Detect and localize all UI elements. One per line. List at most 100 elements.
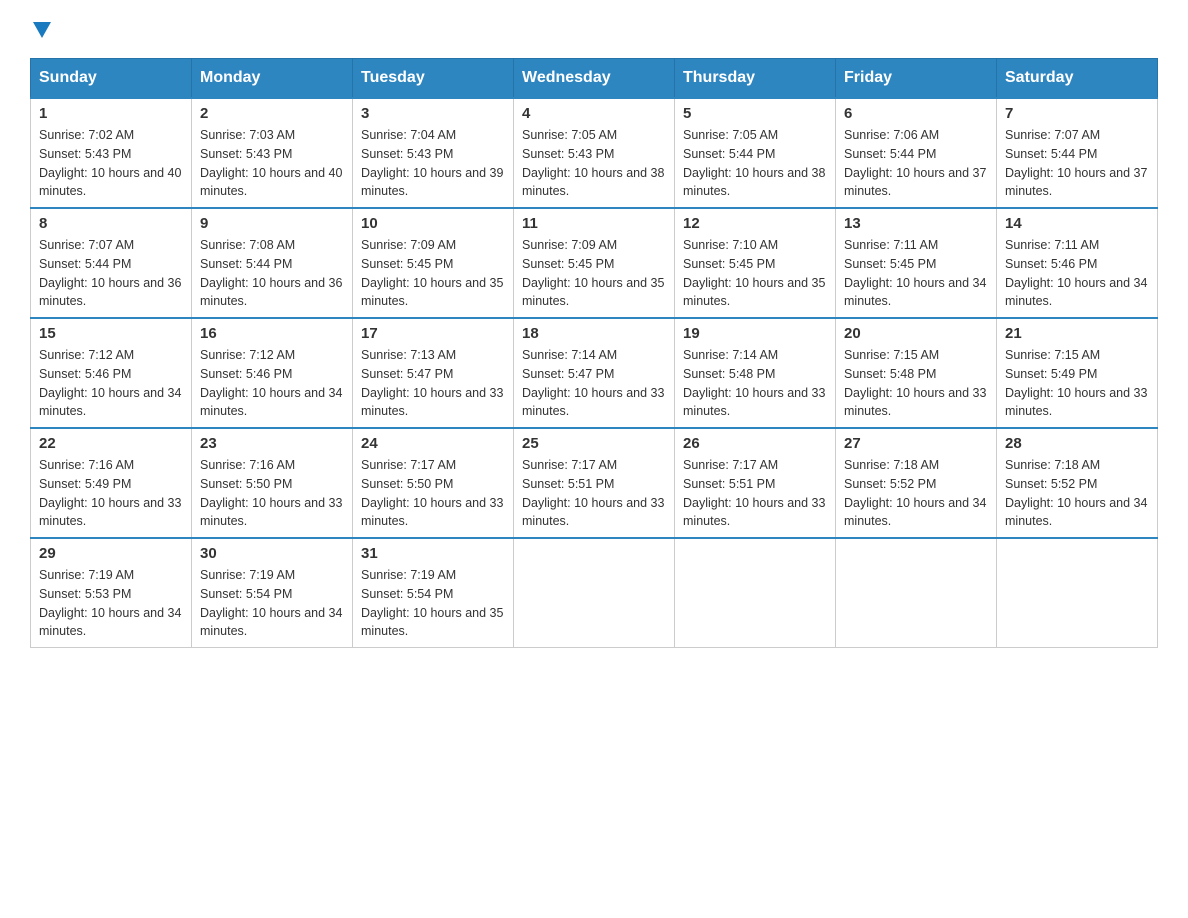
- day-number: 19: [683, 325, 827, 342]
- day-info: Sunrise: 7:11 AMSunset: 5:46 PMDaylight:…: [1005, 238, 1147, 308]
- calendar-day-header: Thursday: [675, 59, 836, 99]
- day-info: Sunrise: 7:14 AMSunset: 5:48 PMDaylight:…: [683, 348, 825, 418]
- day-info: Sunrise: 7:05 AMSunset: 5:44 PMDaylight:…: [683, 128, 825, 198]
- calendar-day-cell: 27 Sunrise: 7:18 AMSunset: 5:52 PMDaylig…: [836, 428, 997, 538]
- day-info: Sunrise: 7:16 AMSunset: 5:49 PMDaylight:…: [39, 458, 181, 528]
- day-info: Sunrise: 7:16 AMSunset: 5:50 PMDaylight:…: [200, 458, 342, 528]
- calendar-day-header: Saturday: [997, 59, 1158, 99]
- day-info: Sunrise: 7:07 AMSunset: 5:44 PMDaylight:…: [39, 238, 181, 308]
- calendar-header-row: SundayMondayTuesdayWednesdayThursdayFrid…: [31, 59, 1158, 99]
- day-number: 18: [522, 325, 666, 342]
- day-number: 16: [200, 325, 344, 342]
- calendar-week-row: 8 Sunrise: 7:07 AMSunset: 5:44 PMDayligh…: [31, 208, 1158, 318]
- calendar-day-cell: 12 Sunrise: 7:10 AMSunset: 5:45 PMDaylig…: [675, 208, 836, 318]
- day-info: Sunrise: 7:17 AMSunset: 5:51 PMDaylight:…: [683, 458, 825, 528]
- calendar-week-row: 15 Sunrise: 7:12 AMSunset: 5:46 PMDaylig…: [31, 318, 1158, 428]
- calendar-day-cell: 4 Sunrise: 7:05 AMSunset: 5:43 PMDayligh…: [514, 98, 675, 208]
- day-info: Sunrise: 7:10 AMSunset: 5:45 PMDaylight:…: [683, 238, 825, 308]
- day-info: Sunrise: 7:18 AMSunset: 5:52 PMDaylight:…: [844, 458, 986, 528]
- day-number: 22: [39, 435, 183, 452]
- day-number: 5: [683, 105, 827, 122]
- calendar-day-cell: 7 Sunrise: 7:07 AMSunset: 5:44 PMDayligh…: [997, 98, 1158, 208]
- calendar-day-cell: 13 Sunrise: 7:11 AMSunset: 5:45 PMDaylig…: [836, 208, 997, 318]
- day-info: Sunrise: 7:08 AMSunset: 5:44 PMDaylight:…: [200, 238, 342, 308]
- day-number: 20: [844, 325, 988, 342]
- calendar-day-cell: 6 Sunrise: 7:06 AMSunset: 5:44 PMDayligh…: [836, 98, 997, 208]
- day-number: 28: [1005, 435, 1149, 452]
- day-info: Sunrise: 7:04 AMSunset: 5:43 PMDaylight:…: [361, 128, 503, 198]
- calendar-day-cell: 19 Sunrise: 7:14 AMSunset: 5:48 PMDaylig…: [675, 318, 836, 428]
- day-info: Sunrise: 7:09 AMSunset: 5:45 PMDaylight:…: [361, 238, 503, 308]
- day-number: 8: [39, 215, 183, 232]
- day-number: 2: [200, 105, 344, 122]
- day-number: 17: [361, 325, 505, 342]
- day-number: 24: [361, 435, 505, 452]
- calendar-week-row: 22 Sunrise: 7:16 AMSunset: 5:49 PMDaylig…: [31, 428, 1158, 538]
- day-info: Sunrise: 7:18 AMSunset: 5:52 PMDaylight:…: [1005, 458, 1147, 528]
- day-number: 29: [39, 545, 183, 562]
- calendar-day-cell: 17 Sunrise: 7:13 AMSunset: 5:47 PMDaylig…: [353, 318, 514, 428]
- calendar-day-cell: 30 Sunrise: 7:19 AMSunset: 5:54 PMDaylig…: [192, 538, 353, 648]
- day-number: 12: [683, 215, 827, 232]
- day-info: Sunrise: 7:07 AMSunset: 5:44 PMDaylight:…: [1005, 128, 1147, 198]
- calendar-week-row: 29 Sunrise: 7:19 AMSunset: 5:53 PMDaylig…: [31, 538, 1158, 648]
- calendar-day-cell: 24 Sunrise: 7:17 AMSunset: 5:50 PMDaylig…: [353, 428, 514, 538]
- page-header: [30, 20, 1158, 38]
- calendar-day-cell: 3 Sunrise: 7:04 AMSunset: 5:43 PMDayligh…: [353, 98, 514, 208]
- day-number: 30: [200, 545, 344, 562]
- day-number: 7: [1005, 105, 1149, 122]
- day-info: Sunrise: 7:15 AMSunset: 5:48 PMDaylight:…: [844, 348, 986, 418]
- day-number: 27: [844, 435, 988, 452]
- calendar-day-cell: 31 Sunrise: 7:19 AMSunset: 5:54 PMDaylig…: [353, 538, 514, 648]
- calendar-day-cell: [997, 538, 1158, 648]
- calendar-day-cell: 10 Sunrise: 7:09 AMSunset: 5:45 PMDaylig…: [353, 208, 514, 318]
- calendar-day-cell: 26 Sunrise: 7:17 AMSunset: 5:51 PMDaylig…: [675, 428, 836, 538]
- day-info: Sunrise: 7:06 AMSunset: 5:44 PMDaylight:…: [844, 128, 986, 198]
- day-info: Sunrise: 7:12 AMSunset: 5:46 PMDaylight:…: [200, 348, 342, 418]
- day-number: 11: [522, 215, 666, 232]
- calendar-day-cell: 9 Sunrise: 7:08 AMSunset: 5:44 PMDayligh…: [192, 208, 353, 318]
- calendar-day-cell: 21 Sunrise: 7:15 AMSunset: 5:49 PMDaylig…: [997, 318, 1158, 428]
- day-info: Sunrise: 7:19 AMSunset: 5:54 PMDaylight:…: [361, 568, 503, 638]
- day-info: Sunrise: 7:19 AMSunset: 5:54 PMDaylight:…: [200, 568, 342, 638]
- calendar-day-cell: 5 Sunrise: 7:05 AMSunset: 5:44 PMDayligh…: [675, 98, 836, 208]
- calendar-day-cell: [836, 538, 997, 648]
- day-number: 6: [844, 105, 988, 122]
- logo-triangle-icon: [33, 22, 51, 38]
- day-info: Sunrise: 7:11 AMSunset: 5:45 PMDaylight:…: [844, 238, 986, 308]
- calendar-day-cell: 14 Sunrise: 7:11 AMSunset: 5:46 PMDaylig…: [997, 208, 1158, 318]
- calendar-day-cell: 25 Sunrise: 7:17 AMSunset: 5:51 PMDaylig…: [514, 428, 675, 538]
- day-number: 3: [361, 105, 505, 122]
- calendar-day-header: Friday: [836, 59, 997, 99]
- day-info: Sunrise: 7:13 AMSunset: 5:47 PMDaylight:…: [361, 348, 503, 418]
- day-info: Sunrise: 7:19 AMSunset: 5:53 PMDaylight:…: [39, 568, 181, 638]
- day-number: 1: [39, 105, 183, 122]
- calendar-table: SundayMondayTuesdayWednesdayThursdayFrid…: [30, 58, 1158, 648]
- calendar-day-cell: 2 Sunrise: 7:03 AMSunset: 5:43 PMDayligh…: [192, 98, 353, 208]
- calendar-day-cell: 16 Sunrise: 7:12 AMSunset: 5:46 PMDaylig…: [192, 318, 353, 428]
- calendar-day-header: Monday: [192, 59, 353, 99]
- calendar-day-cell: 15 Sunrise: 7:12 AMSunset: 5:46 PMDaylig…: [31, 318, 192, 428]
- calendar-day-cell: 20 Sunrise: 7:15 AMSunset: 5:48 PMDaylig…: [836, 318, 997, 428]
- calendar-day-cell: 11 Sunrise: 7:09 AMSunset: 5:45 PMDaylig…: [514, 208, 675, 318]
- calendar-day-cell: 23 Sunrise: 7:16 AMSunset: 5:50 PMDaylig…: [192, 428, 353, 538]
- day-info: Sunrise: 7:17 AMSunset: 5:51 PMDaylight:…: [522, 458, 664, 528]
- calendar-day-header: Tuesday: [353, 59, 514, 99]
- calendar-day-header: Sunday: [31, 59, 192, 99]
- day-number: 13: [844, 215, 988, 232]
- day-info: Sunrise: 7:14 AMSunset: 5:47 PMDaylight:…: [522, 348, 664, 418]
- day-info: Sunrise: 7:09 AMSunset: 5:45 PMDaylight:…: [522, 238, 664, 308]
- calendar-day-cell: [514, 538, 675, 648]
- day-number: 10: [361, 215, 505, 232]
- calendar-week-row: 1 Sunrise: 7:02 AMSunset: 5:43 PMDayligh…: [31, 98, 1158, 208]
- day-info: Sunrise: 7:17 AMSunset: 5:50 PMDaylight:…: [361, 458, 503, 528]
- calendar-day-cell: 18 Sunrise: 7:14 AMSunset: 5:47 PMDaylig…: [514, 318, 675, 428]
- day-info: Sunrise: 7:03 AMSunset: 5:43 PMDaylight:…: [200, 128, 342, 198]
- day-number: 4: [522, 105, 666, 122]
- day-info: Sunrise: 7:12 AMSunset: 5:46 PMDaylight:…: [39, 348, 181, 418]
- day-number: 25: [522, 435, 666, 452]
- calendar-day-cell: 28 Sunrise: 7:18 AMSunset: 5:52 PMDaylig…: [997, 428, 1158, 538]
- calendar-day-cell: [675, 538, 836, 648]
- day-info: Sunrise: 7:05 AMSunset: 5:43 PMDaylight:…: [522, 128, 664, 198]
- calendar-day-cell: 8 Sunrise: 7:07 AMSunset: 5:44 PMDayligh…: [31, 208, 192, 318]
